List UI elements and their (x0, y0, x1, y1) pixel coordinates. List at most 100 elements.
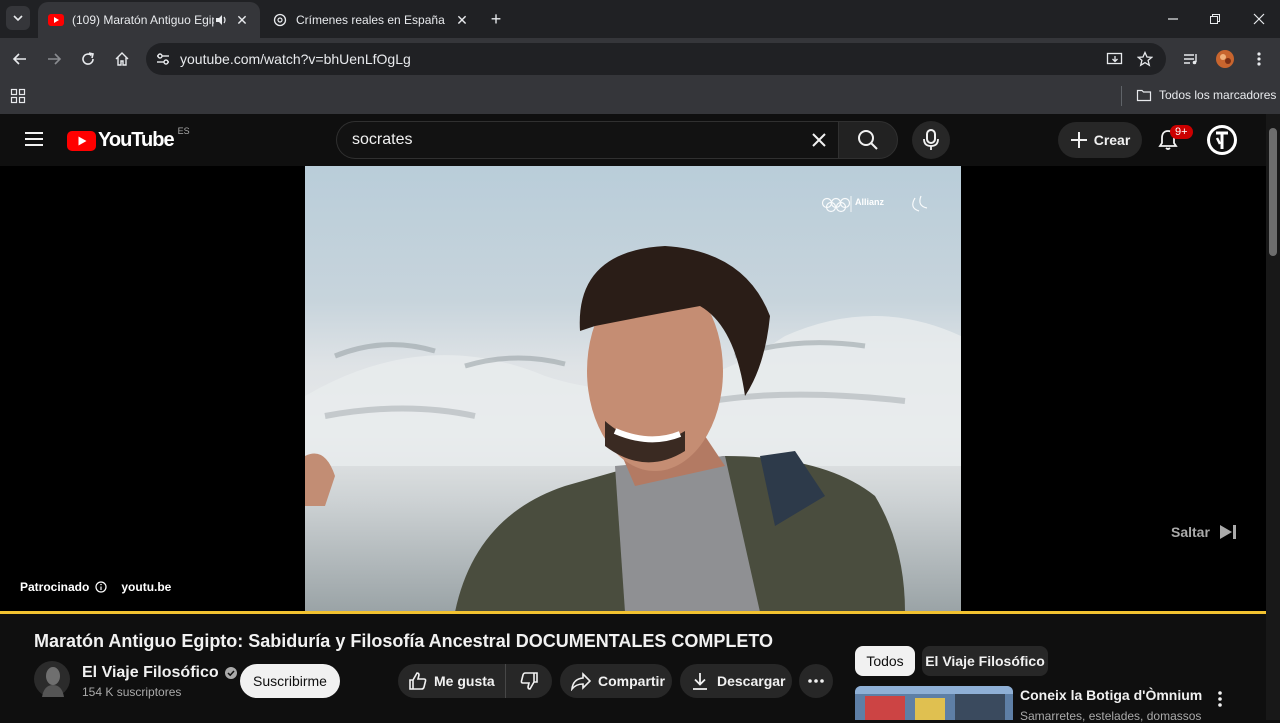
channel-name-row: El Viaje Filosófico (82, 664, 238, 682)
like-label: Me gusta (434, 673, 495, 689)
ad-info: Patrocinado youtu.be (20, 580, 171, 594)
video-info-area: Maratón Antiguo Egipto: Sabiduría y Filo… (0, 614, 1266, 723)
recommended-subtitle: Samarretes, estelades, domassos (1020, 709, 1202, 723)
like-button[interactable]: Me gusta (398, 664, 506, 698)
ad-video-frame: Allianz (305, 166, 961, 612)
forward-icon[interactable] (42, 47, 66, 71)
close-tab-icon[interactable]: ✕ (232, 10, 252, 30)
browser-toolbar: youtube.com/watch?v=bhUenLfOgLg (0, 38, 1280, 80)
search-icon (858, 130, 878, 150)
address-bar[interactable]: youtube.com/watch?v=bhUenLfOgLg (146, 43, 1166, 75)
bookmarks-folder-label: Todos los marcadores (1159, 88, 1277, 102)
browser-tab-strip: (109) Maratón Antiguo Egip ✕ Crímenes re… (0, 0, 1280, 38)
subscribe-button[interactable]: Suscribirme (240, 664, 340, 698)
chip-label: El Viaje Filosófico (925, 653, 1045, 669)
plus-icon (1070, 132, 1087, 148)
search-button[interactable] (838, 121, 898, 159)
minimize-icon[interactable] (1150, 4, 1196, 34)
home-icon[interactable] (110, 47, 134, 71)
back-icon[interactable] (8, 47, 32, 71)
apps-grid-icon[interactable] (10, 88, 26, 107)
download-label: Descargar (717, 673, 786, 689)
media-controls-icon[interactable] (1179, 47, 1203, 71)
like-dislike-group: Me gusta (398, 664, 552, 698)
close-tab-icon[interactable]: ✕ (452, 10, 472, 30)
share-button[interactable]: Compartir (560, 664, 672, 698)
thumbs-down-icon (520, 672, 538, 690)
install-app-icon[interactable] (1103, 47, 1127, 71)
account-avatar-icon (1207, 125, 1237, 155)
all-bookmarks-folder[interactable]: Todos los marcadores (1136, 88, 1276, 102)
account-avatar[interactable] (1206, 124, 1238, 161)
tab-youtube[interactable]: (109) Maratón Antiguo Egip ✕ (38, 2, 260, 38)
bookmarks-bar: Todos los marcadores (0, 80, 1280, 114)
download-button[interactable]: Descargar (680, 664, 792, 698)
region-code: ES (177, 125, 190, 136)
ad-video-image (305, 195, 961, 612)
tab-crimenes[interactable]: Crímenes reales en España ✕ (262, 2, 480, 38)
ad-link[interactable]: youtu.be (121, 580, 171, 594)
recommended-thumbnail-image (855, 686, 1013, 720)
youtube-header: YouTube ES socrates Crear 9+ (0, 114, 1266, 166)
chevron-down-icon (13, 15, 23, 22)
youtube-play-logo-icon (67, 130, 96, 151)
reload-icon[interactable] (76, 47, 100, 71)
bookmark-star-icon[interactable] (1133, 47, 1157, 71)
skip-next-icon (1219, 525, 1236, 539)
scrollbar-thumb[interactable] (1269, 128, 1277, 256)
subscribe-label: Suscribirme (253, 673, 327, 689)
tab-search-button[interactable] (6, 6, 30, 30)
page-scrollbar[interactable] (1266, 114, 1280, 720)
info-icon[interactable] (95, 581, 107, 593)
video-title: Maratón Antiguo Egipto: Sabiduría y Filo… (34, 631, 774, 651)
more-horizontal-icon (808, 679, 824, 683)
skip-ad-button[interactable]: Saltar (1171, 524, 1237, 540)
create-label: Crear (1093, 132, 1131, 148)
chip-label: Todos (866, 653, 904, 669)
notification-badge: 9+ (1170, 125, 1193, 139)
speaker-icon[interactable] (214, 13, 232, 27)
hamburger-menu-icon[interactable] (24, 131, 44, 152)
voice-search-button[interactable] (912, 121, 950, 159)
url-text: youtube.com/watch?v=bhUenLfOgLg (180, 51, 411, 67)
youtube-logo[interactable]: YouTube ES (67, 125, 190, 152)
skip-label: Saltar (1171, 524, 1210, 540)
channel-avatar[interactable] (34, 661, 70, 702)
new-tab-icon[interactable]: + (486, 9, 506, 29)
profile-avatar-icon[interactable] (1213, 47, 1237, 71)
recommended-thumbnail[interactable] (855, 686, 1013, 720)
create-button[interactable]: Crear (1058, 122, 1142, 158)
recommended-menu-icon[interactable] (1212, 690, 1228, 713)
subscriber-count: 154 K suscriptores (82, 685, 182, 699)
microphone-icon (923, 129, 939, 150)
site-info-icon[interactable] (148, 44, 178, 74)
channel-name[interactable]: El Viaje Filosófico (82, 664, 219, 682)
share-label: Compartir (598, 673, 665, 689)
tab-title: Crímenes reales en España (296, 13, 445, 27)
youtube-favicon-icon (48, 12, 64, 28)
search-input[interactable]: socrates (336, 121, 838, 159)
share-icon (570, 672, 592, 691)
folder-icon (1136, 89, 1152, 102)
openai-favicon-icon (272, 12, 288, 28)
chip-todos[interactable]: Todos (855, 646, 915, 676)
sponsored-label: Patrocinado (20, 580, 90, 594)
chip-channel[interactable]: El Viaje Filosófico (922, 646, 1048, 676)
browser-menu-icon[interactable] (1247, 47, 1271, 71)
download-icon (693, 673, 707, 690)
tab-title: (109) Maratón Antiguo Egip (72, 13, 214, 27)
recommended-title[interactable]: Coneix la Botiga d'Òmnium (1020, 687, 1202, 703)
verified-icon (224, 667, 237, 679)
video-player[interactable]: Allianz Patrocinado youtu.be Saltar (0, 166, 1266, 614)
clear-search-icon[interactable] (804, 125, 834, 155)
restore-icon[interactable] (1192, 4, 1238, 34)
close-window-icon[interactable] (1236, 4, 1280, 34)
dislike-button[interactable] (506, 671, 552, 691)
channel-avatar-icon (34, 661, 70, 697)
notifications-button[interactable]: 9+ (1156, 125, 1193, 157)
bookmarks-divider (1121, 86, 1122, 106)
ad-brand-text: Allianz (855, 197, 885, 207)
logo-text: YouTube (98, 129, 175, 151)
more-actions-button[interactable] (799, 664, 833, 698)
search-query: socrates (352, 131, 413, 148)
